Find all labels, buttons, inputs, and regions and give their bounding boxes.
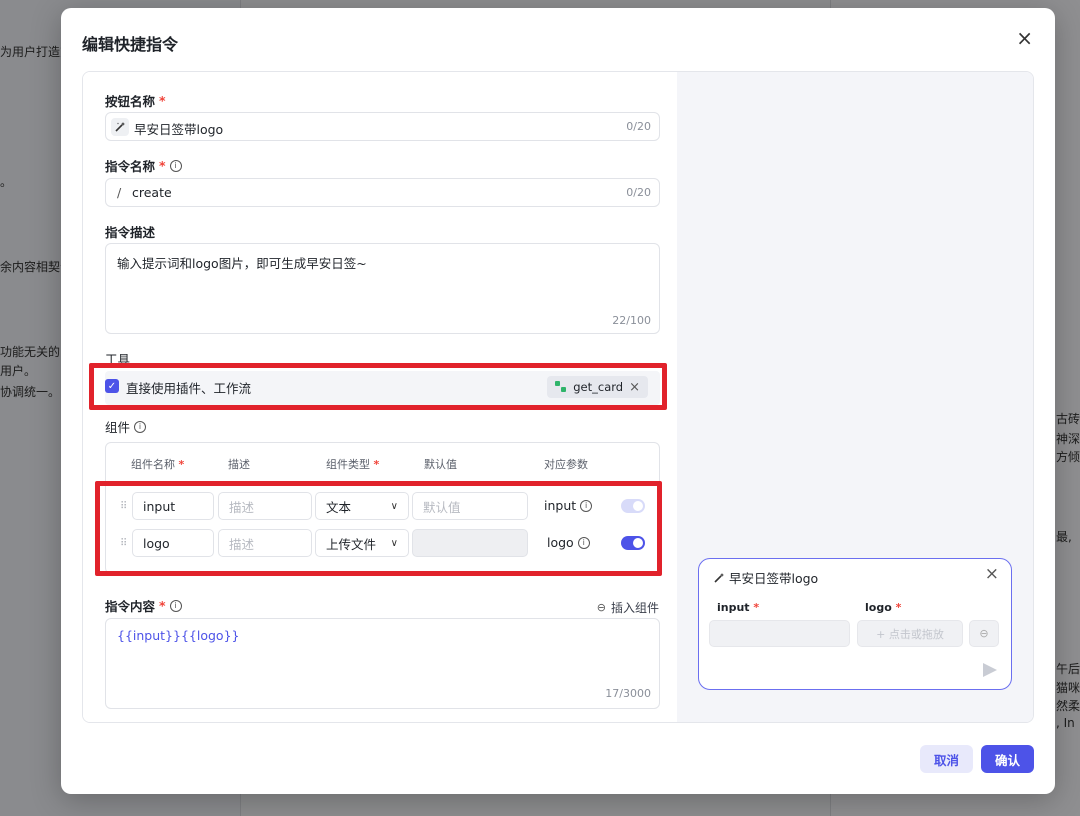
char-counter: 0/20 — [626, 186, 651, 199]
close-icon[interactable]: × — [1016, 28, 1033, 48]
char-counter: 22/100 — [612, 314, 651, 327]
button-name-value: 早安日签带logo — [134, 122, 224, 137]
form-panel: 按钮名称 * 早安日签带logo 0/20 指令名称 * i / create 0/… — [83, 72, 677, 722]
preview-upload-button[interactable]: + 点击或拖放 — [857, 620, 963, 647]
column-header: 默认值 — [424, 458, 457, 471]
column-header: 组件类型 * — [326, 458, 380, 471]
preview-title: 早安日签带logo — [713, 568, 818, 587]
cancel-button[interactable]: 取消 — [920, 745, 973, 773]
info-icon[interactable]: i — [134, 420, 147, 433]
insert-component-button[interactable]: ⊖ 插入组件 — [597, 599, 659, 616]
chevron-down-icon: ∨ — [390, 501, 398, 512]
param-value: logo — [547, 535, 574, 550]
command-content-value: {{input}}{{logo}} — [117, 628, 240, 643]
magic-wand-icon — [714, 572, 724, 583]
info-icon[interactable]: i — [580, 499, 593, 512]
send-icon[interactable] — [983, 663, 997, 677]
column-header: 组件名称 * — [131, 458, 185, 471]
insert-component-label: 插入组件 — [610, 601, 659, 615]
command-name-input[interactable]: / create 0/20 — [105, 178, 660, 207]
default-value-input[interactable]: 默认值 — [412, 492, 528, 520]
info-icon[interactable]: i — [169, 599, 182, 612]
preview-input-field[interactable] — [709, 620, 850, 647]
toggle-switch[interactable] — [621, 536, 645, 550]
param-value: input — [544, 498, 577, 513]
remove-tag-icon[interactable]: × — [629, 380, 640, 395]
close-icon[interactable]: × — [985, 564, 999, 584]
workflow-icon — [555, 381, 567, 393]
param-cell: input i — [544, 498, 593, 513]
button-name-input[interactable]: 早安日签带logo 0/20 — [105, 112, 660, 141]
description-textarea[interactable]: 输入提示词和logo图片，即可生成早安日签~ 22/100 — [105, 243, 660, 334]
info-icon[interactable]: i — [577, 536, 590, 549]
chevron-down-icon: ∨ — [390, 538, 398, 549]
components-table: 组件名称 * 描述 组件类型 * 默认值 对应参数 ⠿ input 描述 文本 … — [105, 442, 660, 574]
preview-field-label: logo * — [865, 601, 902, 614]
command-name-label: 指令名称 * i — [105, 156, 182, 175]
component-desc-input[interactable]: 描述 — [218, 492, 312, 520]
drag-handle-icon[interactable]: ⠿ — [120, 501, 127, 512]
dialog-content: 按钮名称 * 早安日签带logo 0/20 指令名称 * i / create 0/… — [82, 71, 1034, 723]
command-name-value: create — [132, 185, 172, 200]
description-value: 输入提示词和logo图片，即可生成早安日签~ — [117, 256, 367, 271]
button-name-label: 按钮名称 * — [105, 93, 166, 109]
char-counter: 17/3000 — [605, 687, 651, 700]
drag-handle-icon[interactable]: ⠿ — [120, 538, 127, 549]
workflow-tag: get_card × — [547, 376, 648, 398]
edit-shortcut-dialog: 编辑快捷指令 × 按钮名称 * 早安日签带logo 0/20 指令名称 * i / — [61, 8, 1055, 794]
default-value-input — [412, 529, 528, 557]
column-header: 描述 — [228, 458, 250, 471]
column-header: 对应参数 — [544, 458, 588, 471]
preview-field-label: input * — [717, 601, 760, 614]
component-desc-input[interactable]: 描述 — [218, 529, 312, 557]
param-cell: logo i — [547, 535, 590, 550]
info-icon[interactable]: i — [169, 159, 182, 172]
description-label: 指令描述 — [105, 225, 156, 240]
workflow-tag-label: get_card — [573, 380, 624, 394]
component-type-select[interactable]: 文本 ∨ — [315, 492, 409, 520]
confirm-button[interactable]: 确认 — [981, 745, 1034, 773]
command-content-label: 指令内容 * i — [105, 596, 182, 615]
link-icon: ⊖ — [596, 601, 606, 614]
link-icon[interactable]: ⊖ — [969, 620, 999, 647]
char-counter: 0/20 — [626, 120, 651, 133]
preview-panel: 早安日签带logo × input * logo * + 点击或拖放 ⊖ — [677, 72, 1033, 722]
component-type-value: 上传文件 — [326, 536, 377, 552]
tools-label: 工具 — [105, 352, 131, 367]
command-content-textarea[interactable]: {{input}}{{logo}} 17/3000 — [105, 618, 660, 709]
component-name-input[interactable]: input — [132, 492, 214, 520]
slash-prefix: / — [117, 185, 122, 200]
dialog-title: 编辑快捷指令 — [82, 35, 179, 54]
preview-card: 早安日签带logo × input * logo * + 点击或拖放 ⊖ — [698, 558, 1012, 690]
tools-row: ✓ 直接使用插件、工作流 get_card × — [105, 371, 660, 405]
direct-use-label: 直接使用插件、工作流 — [126, 381, 252, 396]
magic-wand-icon[interactable] — [111, 118, 129, 136]
direct-use-checkbox[interactable]: ✓ — [105, 379, 119, 393]
component-type-value: 文本 — [326, 499, 352, 515]
components-label: 组件 i — [105, 417, 147, 436]
component-type-select[interactable]: 上传文件 ∨ — [315, 529, 409, 557]
component-name-input[interactable]: logo — [132, 529, 214, 557]
toggle-switch[interactable] — [621, 499, 645, 513]
preview-title-text: 早安日签带logo — [729, 571, 819, 586]
